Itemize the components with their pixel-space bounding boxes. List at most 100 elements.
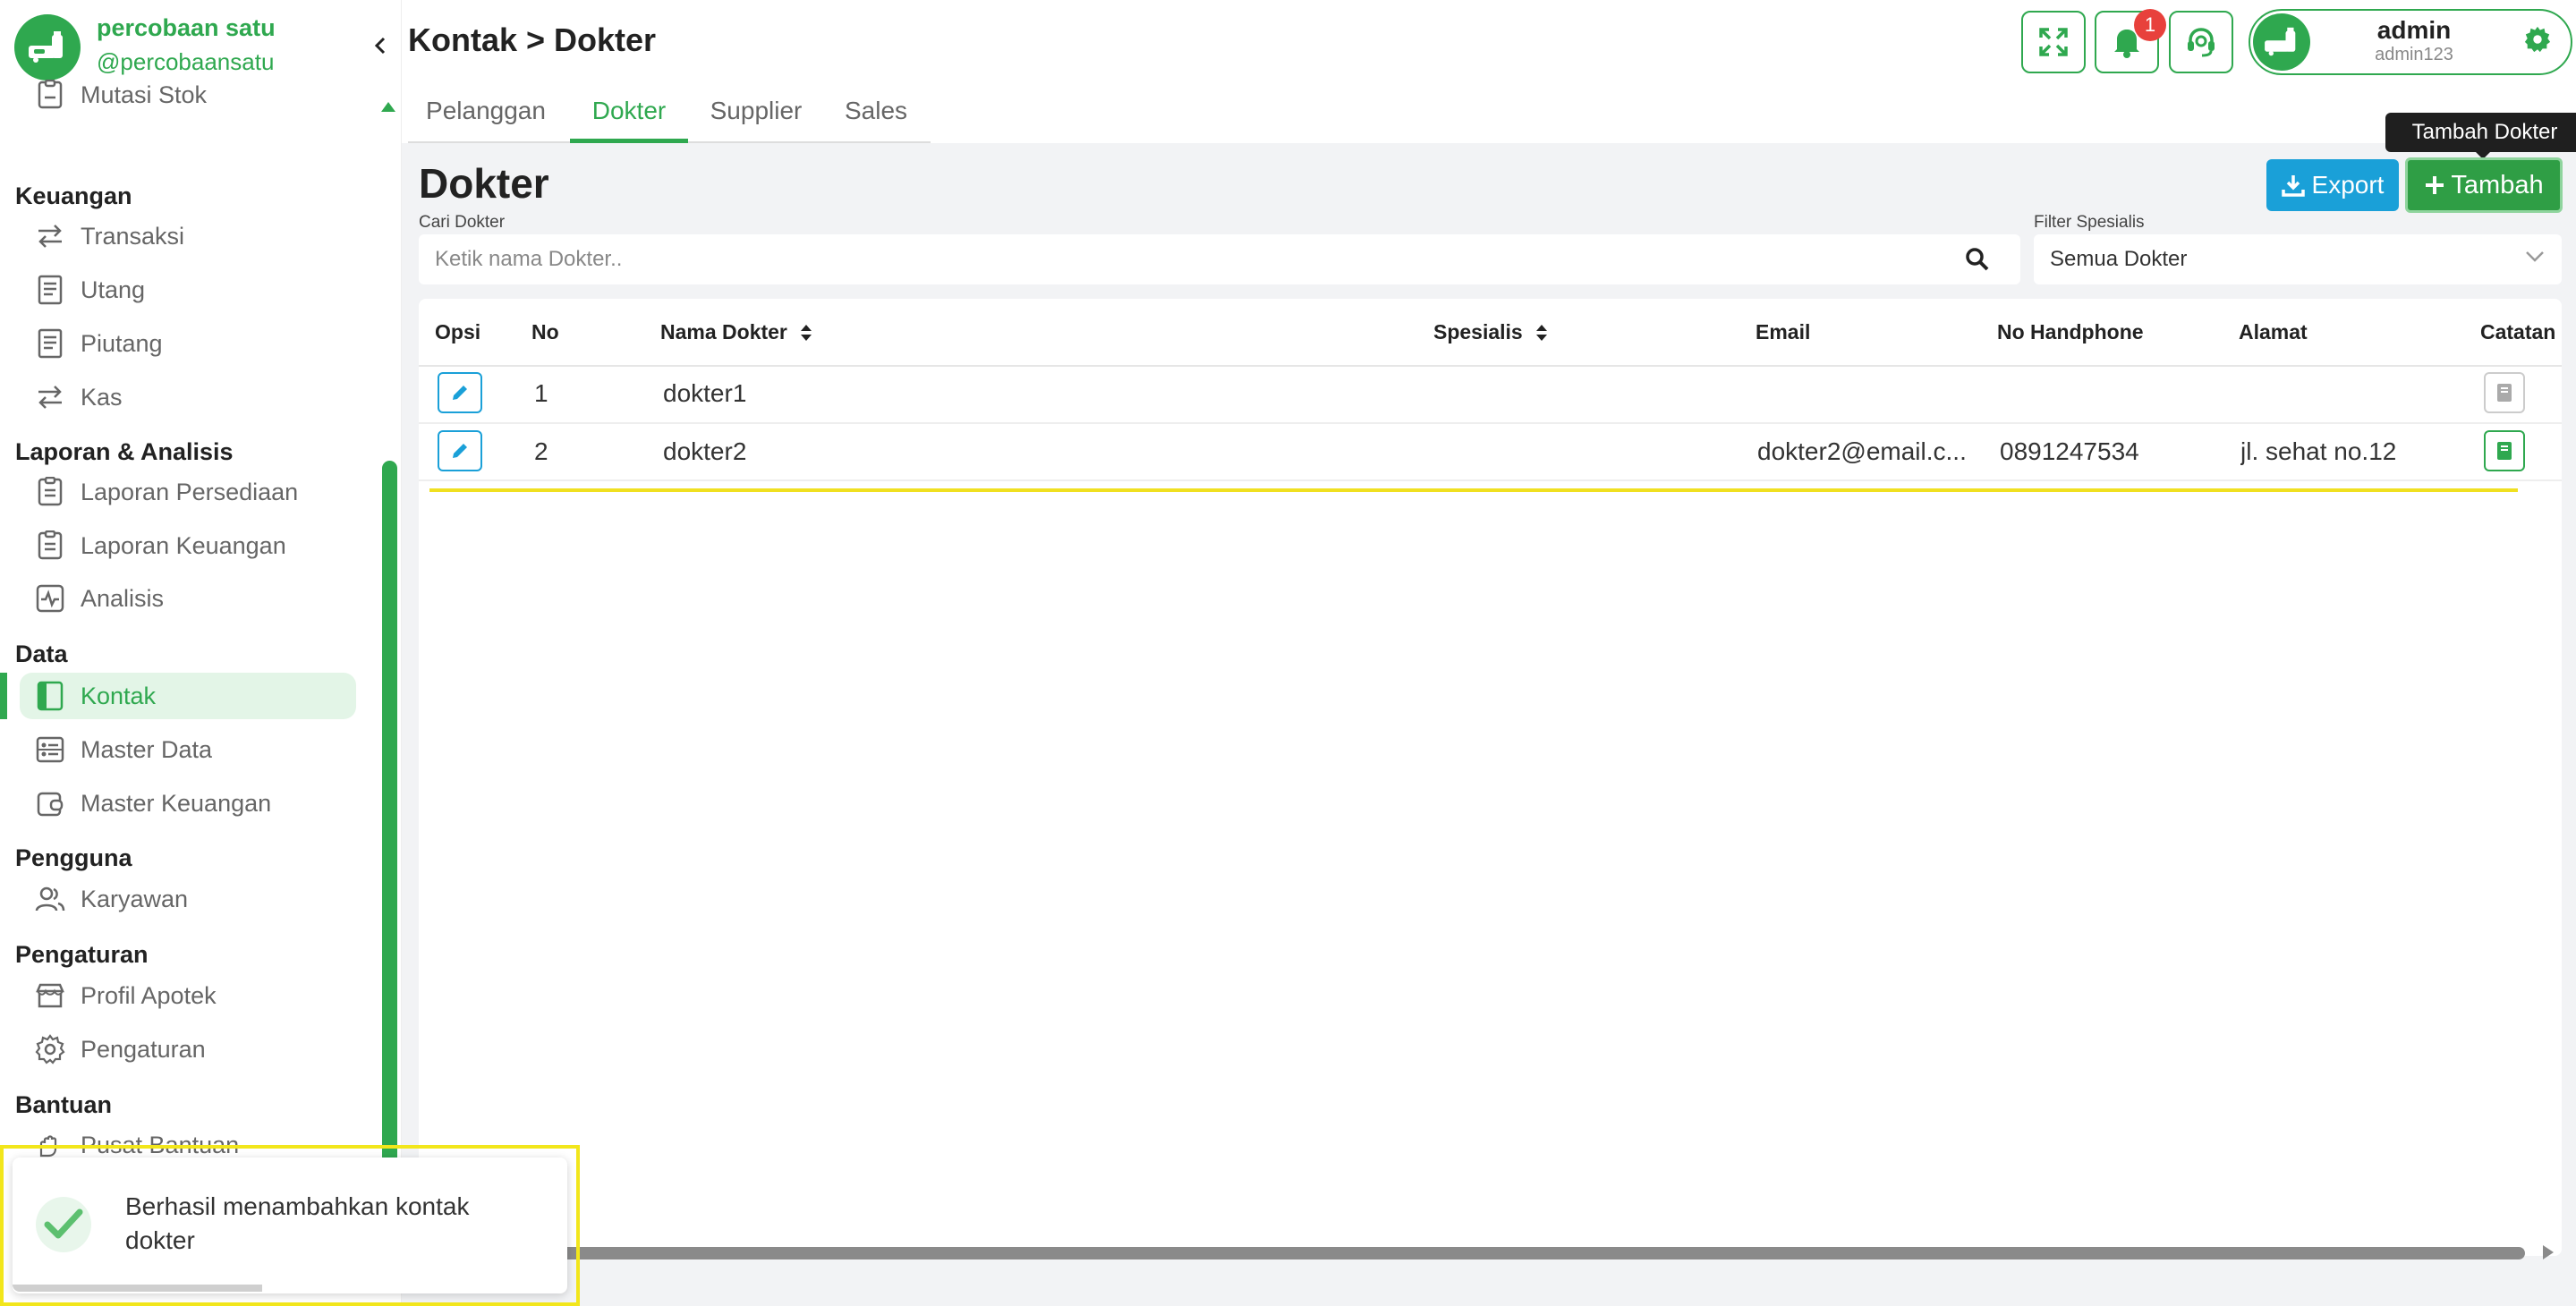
sidebar-item-karyawan[interactable]: Karyawan bbox=[20, 876, 356, 922]
gear-icon bbox=[34, 1033, 66, 1065]
tab-pelanggan[interactable]: Pelanggan bbox=[413, 97, 558, 143]
collapse-sidebar-button[interactable] bbox=[369, 34, 392, 57]
expand-icon bbox=[2038, 27, 2069, 57]
cell-email: dokter2@email.c... bbox=[1757, 437, 1967, 465]
tab-sales[interactable]: Sales bbox=[839, 97, 913, 143]
search-icon[interactable] bbox=[1965, 247, 1990, 272]
sort-icon[interactable] bbox=[1535, 323, 1548, 343]
column-label: No Handphone bbox=[1997, 320, 2144, 343]
sidebar-item-laporan-persediaan[interactable]: Laporan Persediaan bbox=[20, 469, 356, 515]
scroll-up-arrow-icon[interactable] bbox=[380, 100, 396, 113]
pencil-icon bbox=[450, 383, 470, 403]
user-username: admin123 bbox=[2375, 45, 2453, 64]
section-title-data: Data bbox=[15, 640, 68, 667]
transfer-icon bbox=[34, 220, 66, 252]
column-header-nama[interactable]: Nama Dokter bbox=[660, 320, 812, 344]
export-button[interactable]: Export bbox=[2266, 159, 2399, 211]
sidebar-item-master-data[interactable]: Master Data bbox=[20, 726, 356, 773]
column-label: No bbox=[531, 320, 559, 343]
clipboard-icon bbox=[34, 79, 66, 111]
clipboard-icon bbox=[34, 530, 66, 562]
sidebar-item-mutasi-stok[interactable]: Mutasi Stok bbox=[20, 72, 356, 118]
edit-button[interactable] bbox=[438, 430, 482, 471]
section-title-pengaturan: Pengaturan bbox=[15, 941, 149, 968]
sidebar-item-label: Transaksi bbox=[81, 222, 185, 250]
toast-message: Berhasil menambahkan kontak dokter bbox=[125, 1192, 470, 1254]
column-header-no: No bbox=[531, 320, 559, 344]
sidebar-item-label: Master Keuangan bbox=[81, 789, 272, 817]
transfer-icon bbox=[34, 381, 66, 413]
scroll-right-arrow-icon[interactable] bbox=[2541, 1243, 2555, 1261]
add-button[interactable]: Tambah bbox=[2405, 157, 2563, 213]
settings-gear-icon[interactable] bbox=[2523, 25, 2552, 54]
support-button[interactable] bbox=[2169, 11, 2233, 73]
column-label: Nama Dokter bbox=[660, 320, 787, 343]
sidebar-item-label: Laporan Keuangan bbox=[81, 531, 286, 559]
note-button[interactable] bbox=[2484, 430, 2525, 471]
brand-name: percobaan satu bbox=[97, 14, 276, 41]
user-name: admin bbox=[2376, 16, 2452, 44]
filter-selected-value: Semua Dokter bbox=[2050, 247, 2188, 271]
database-icon bbox=[34, 734, 66, 766]
add-label: Tambah bbox=[2451, 170, 2544, 199]
column-header-catatan: Catatan bbox=[2480, 320, 2555, 344]
sidebar-item-utang[interactable]: Utang bbox=[20, 267, 356, 313]
sidebar-item-transaksi[interactable]: Transaksi bbox=[20, 213, 356, 259]
sort-icon[interactable] bbox=[800, 323, 812, 343]
pharmacy-logo-icon bbox=[14, 14, 81, 81]
cell-alamat: jl. sehat no.12 bbox=[2240, 437, 2397, 465]
avatar bbox=[2253, 13, 2310, 71]
edit-button[interactable] bbox=[438, 372, 482, 413]
page-title: Dokter bbox=[419, 160, 549, 207]
column-header-spesialis[interactable]: Spesialis bbox=[1433, 320, 1548, 344]
column-label: Email bbox=[1756, 320, 1811, 343]
note-button[interactable] bbox=[2484, 372, 2525, 413]
tab-supplier[interactable]: Supplier bbox=[703, 97, 809, 143]
column-label: Spesialis bbox=[1433, 320, 1523, 343]
sidebar-item-pengaturan[interactable]: Pengaturan bbox=[20, 1026, 356, 1073]
sidebar-item-label: Mutasi Stok bbox=[81, 81, 208, 108]
headset-icon bbox=[2185, 26, 2217, 58]
sidebar-item-label: Master Data bbox=[81, 735, 213, 763]
store-icon bbox=[34, 980, 66, 1012]
highlight-line bbox=[429, 488, 2518, 492]
breadcrumb: Kontak > Dokter bbox=[408, 21, 657, 58]
receipt-icon bbox=[34, 274, 66, 306]
sidebar-item-label: Pengaturan bbox=[81, 1035, 206, 1063]
search-input[interactable] bbox=[435, 234, 1938, 284]
download-icon bbox=[2281, 174, 2305, 197]
search-label: Cari Dokter bbox=[419, 213, 506, 232]
cell-nama: dokter1 bbox=[663, 379, 747, 407]
search-field bbox=[419, 234, 2020, 284]
section-title-laporan: Laporan & Analisis bbox=[15, 438, 234, 465]
table-horizontal-scrollbar[interactable] bbox=[548, 1247, 2525, 1259]
sidebar-item-piutang[interactable]: Piutang bbox=[20, 320, 356, 367]
section-title-bantuan: Bantuan bbox=[15, 1091, 112, 1118]
check-icon bbox=[36, 1197, 91, 1252]
sidebar-item-profil-apotek[interactable]: Profil Apotek bbox=[20, 972, 356, 1019]
column-label: Catatan bbox=[2480, 320, 2556, 343]
sidebar-item-label: Analisis bbox=[81, 584, 165, 612]
toast-progress-bar bbox=[13, 1285, 262, 1292]
export-label: Export bbox=[2311, 171, 2385, 199]
row-divider bbox=[419, 479, 2562, 481]
pencil-icon bbox=[450, 441, 470, 461]
users-icon bbox=[34, 883, 66, 915]
sidebar-item-kontak[interactable]: Kontak bbox=[20, 673, 356, 719]
sidebar-item-analisis[interactable]: Analisis bbox=[20, 575, 356, 622]
clipboard-icon bbox=[34, 476, 66, 508]
tab-dokter[interactable]: Dokter bbox=[570, 97, 688, 143]
book-icon bbox=[2495, 383, 2513, 403]
sidebar-item-master-keuangan[interactable]: Master Keuangan bbox=[20, 780, 356, 827]
book-icon bbox=[2495, 441, 2513, 461]
header-divider bbox=[419, 365, 2562, 367]
fullscreen-button[interactable] bbox=[2021, 11, 2086, 73]
sidebar-item-laporan-keuangan[interactable]: Laporan Keuangan bbox=[20, 522, 356, 569]
sidebar-item-label: Laporan Persediaan bbox=[81, 478, 299, 505]
column-label: Opsi bbox=[435, 320, 481, 343]
filter-specialist-select[interactable]: Semua Dokter bbox=[2034, 234, 2562, 284]
sidebar-item-kas[interactable]: Kas bbox=[20, 374, 356, 420]
filter-label: Filter Spesialis bbox=[2034, 213, 2145, 232]
sidebar-item-label: Piutang bbox=[81, 329, 163, 357]
sidebar-scrollbar-thumb[interactable] bbox=[382, 461, 397, 1176]
